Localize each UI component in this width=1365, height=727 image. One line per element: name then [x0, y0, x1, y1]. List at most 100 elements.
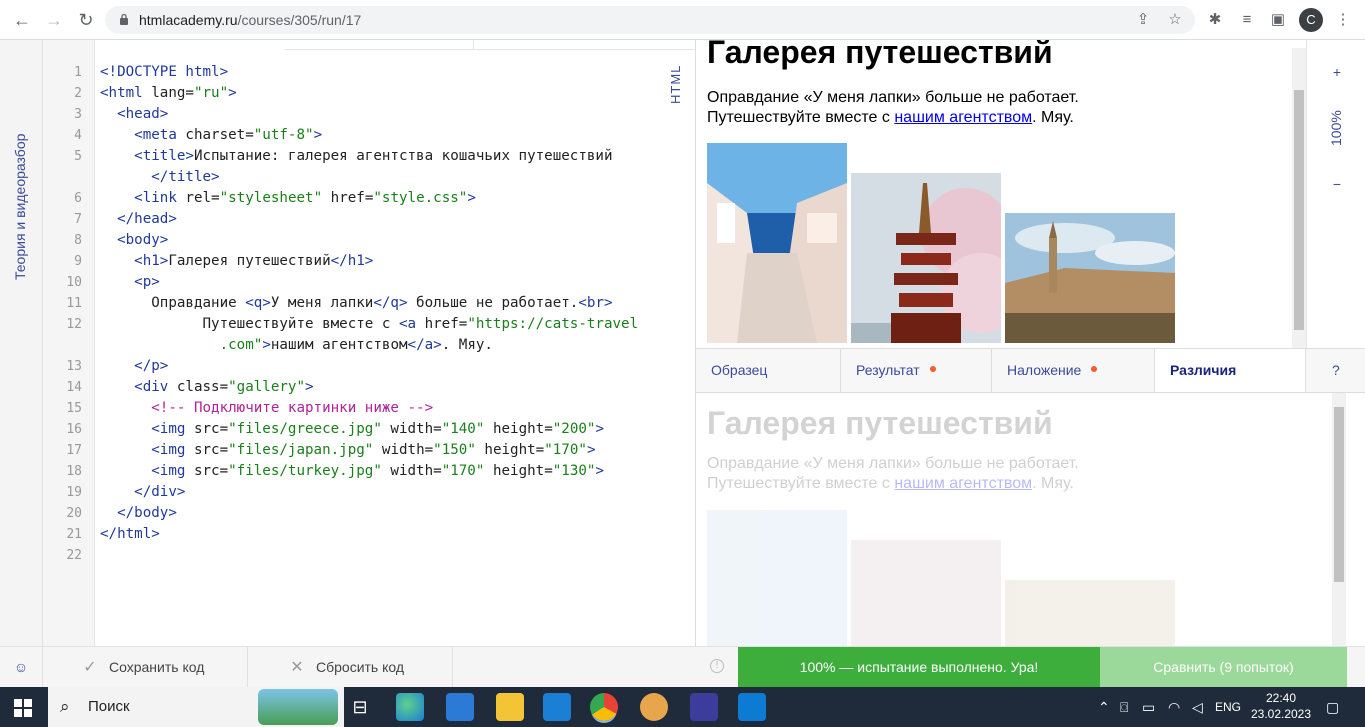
preview-paragraph: Оправдание «У меня лапки» больше не рабо… — [707, 88, 1079, 128]
file-explorer-icon[interactable] — [496, 693, 524, 721]
chrome-icon[interactable] — [590, 693, 618, 721]
tab-sample-label: Образец — [711, 362, 768, 378]
code-line: </head> — [117, 211, 177, 227]
zoom-controls: + 100% − — [1306, 40, 1365, 348]
bottom-action-bar: ☺ ✓ Сохранить код ✕ Сбросить код ! 100% — … — [0, 646, 1365, 688]
diff-turkey-photo — [1005, 580, 1175, 646]
tab-diff[interactable]: Различия — [1155, 349, 1306, 392]
tab-overlay[interactable]: Наложение — [992, 349, 1155, 392]
chevron-up-icon[interactable]: ⌃ — [1098, 699, 1110, 716]
code-line: <link rel="stylesheet" href="style.css"> — [134, 190, 476, 206]
notification-icon[interactable]: ▢ — [1326, 699, 1339, 716]
language-indicator[interactable]: ENG — [1215, 700, 1241, 714]
editor-tab-strip — [285, 40, 695, 50]
diff-paragraph: Оправдание «У меня лапки» больше не рабо… — [707, 454, 1079, 494]
taskbar-search[interactable]: ⌕ Поиск — [48, 687, 344, 727]
feedback-icon[interactable]: ☺ — [0, 647, 43, 687]
preview-para-prefix: Путешествуйте вместе с — [707, 109, 895, 126]
url-host: htmlacademy.ru — [139, 12, 238, 28]
close-icon: ✕ — [290, 659, 304, 676]
side-panel-icon[interactable]: ▣ — [1268, 10, 1288, 30]
turkey-photo — [1005, 213, 1175, 343]
reset-code-button[interactable]: ✕ Сбросить код — [248, 647, 453, 687]
code-line: Путешествуйте вместе с <a href="https://… — [100, 316, 639, 332]
preview-para-line2: Путешествуйте вместе с нашим агентством.… — [707, 108, 1079, 128]
save-app-icon[interactable] — [690, 693, 718, 721]
diff-preview[interactable]: Галерея путешествий Оправдание «У меня л… — [696, 393, 1332, 646]
tab-sample[interactable]: Образец — [696, 349, 841, 392]
avatar[interactable]: С — [1299, 8, 1323, 32]
bookmark-star-icon[interactable]: ☆ — [1165, 10, 1185, 30]
search-highlight-image — [258, 689, 338, 725]
media-icon[interactable]: ≡ — [1237, 10, 1257, 30]
paint-icon[interactable] — [640, 693, 668, 721]
wifi-icon[interactable]: ◠ — [1168, 699, 1180, 716]
line-number: 6 — [74, 191, 82, 206]
japan-photo — [851, 173, 1001, 343]
url-path: /courses/305/run/17 — [237, 12, 362, 28]
windows-start-icon[interactable] — [14, 699, 32, 717]
address-bar[interactable]: htmlacademy.ru/courses/305/run/17 ⇪ ☆ — [105, 6, 1195, 34]
success-banner: 100% — испытание выполнено. Ура! — [738, 647, 1100, 688]
diff-scrollbar[interactable] — [1332, 393, 1346, 646]
task-view-icon[interactable]: ⊟ — [346, 693, 374, 721]
line-number: 7 — [74, 212, 82, 227]
lock-icon — [120, 13, 128, 25]
diff-agency-link: нашим агентством — [894, 475, 1033, 492]
meet-icon[interactable]: ⌼ — [1120, 699, 1128, 716]
theory-video-label[interactable]: Теория и видеоразбор — [12, 110, 28, 280]
reload-icon[interactable]: ↻ — [74, 8, 98, 32]
code-line: <div class="gallery"> — [134, 379, 314, 395]
battery-icon[interactable]: ▭ — [1142, 699, 1155, 716]
code-line: <img src="files/turkey.jpg" width="170" … — [151, 463, 605, 479]
line-number: 15 — [66, 401, 82, 416]
line-number: 4 — [74, 128, 82, 143]
extensions-icon[interactable]: ✱ — [1205, 10, 1225, 30]
help-button[interactable]: ? — [1306, 349, 1365, 392]
theory-rail[interactable]: Теория и видеоразбор — [0, 40, 43, 646]
diff-para-prefix: Путешествуйте вместе с — [707, 475, 895, 492]
share-icon[interactable]: ⇪ — [1133, 10, 1153, 30]
diff-japan-photo — [851, 540, 1001, 646]
save-code-button[interactable]: ✓ Сохранить код — [43, 647, 248, 687]
zoom-out-button[interactable]: − — [1307, 176, 1365, 192]
code-line: <meta charset="utf-8"> — [134, 127, 323, 143]
mode-tabs: Образец Результат Наложение Различия ? — [696, 348, 1365, 393]
preview-heading: Галерея путешествий — [707, 40, 1053, 70]
line-number: 18 — [66, 464, 82, 479]
code-editor[interactable]: HTML <!DOCTYPE html> <html lang="ru"> <h… — [95, 40, 695, 646]
edge-icon[interactable] — [396, 693, 424, 721]
preview-scrollbar[interactable] — [1292, 48, 1306, 348]
agency-link[interactable]: нашим агентством — [894, 109, 1032, 126]
vscode-icon[interactable] — [738, 693, 766, 721]
code-line: <body> — [117, 232, 169, 248]
code-line: </title> — [151, 169, 220, 185]
mail-icon[interactable] — [543, 693, 571, 721]
line-number: 10 — [66, 275, 82, 290]
back-icon[interactable]: ← — [10, 8, 34, 32]
menu-dots-icon[interactable]: ⋮ — [1333, 10, 1353, 30]
zoom-in-button[interactable]: + — [1307, 64, 1365, 80]
code-line: <h1>Галерея путешествий</h1> — [134, 253, 374, 269]
tab-result[interactable]: Результат — [841, 349, 992, 392]
line-number: 17 — [66, 443, 82, 458]
code-line: </body> — [117, 505, 177, 521]
browser-toolbar: ← → ↻ htmlacademy.ru/courses/305/run/17 … — [0, 0, 1365, 40]
compare-button[interactable]: Сравнить (9 попыток) — [1100, 647, 1347, 688]
store-icon[interactable] — [446, 693, 474, 721]
clock[interactable]: 22:40 23.02.2023 — [1248, 690, 1314, 722]
line-number: 21 — [66, 527, 82, 542]
line-number-gutter: 1 2 3 4 5 6 7 8 9 10 11 12 13 14 15 16 17 18 19 20 21 22 — [43, 40, 95, 646]
code-line: <head> — [117, 106, 169, 122]
result-preview[interactable]: Галерея путешествий Оправдание «У меня л… — [696, 40, 1291, 348]
help-icon: ? — [1332, 362, 1340, 378]
result-dot-icon — [929, 366, 936, 372]
line-number: 1 — [74, 65, 82, 80]
volume-icon[interactable]: ◁ — [1192, 699, 1203, 716]
taskbar: ⌕ Поиск ⊟ ⌃ ⌼ ▭ ◠ ◁ ENG 22:40 23.02.2023 ▢ — [0, 687, 1365, 727]
diff-para-suffix: . Мяу. — [1032, 475, 1074, 492]
line-number: 5 — [74, 149, 82, 164]
forward-icon[interactable]: → — [42, 8, 66, 32]
info-icon[interactable]: ! — [710, 659, 724, 673]
line-number: 9 — [74, 254, 82, 269]
